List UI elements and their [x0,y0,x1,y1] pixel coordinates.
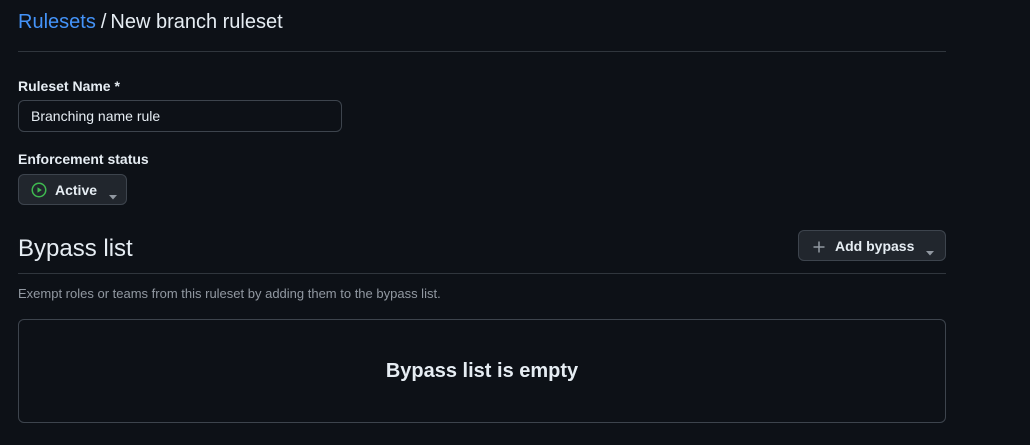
play-circle-icon [31,182,47,198]
new-branch-ruleset-page: Rulesets / New branch ruleset Ruleset Na… [0,0,1030,445]
add-bypass-label: Add bypass [835,237,915,254]
breadcrumb: Rulesets / New branch ruleset [18,10,283,34]
enforcement-status-label: Enforcement status [18,151,149,167]
caret-down-icon [109,187,118,200]
enforcement-status-dropdown[interactable]: Active [18,174,127,205]
bypass-list-empty-state: Bypass list is empty [18,319,946,423]
bypass-list-heading: Bypass list [18,235,133,262]
add-bypass-button[interactable]: Add bypass [798,230,946,261]
breadcrumb-rulesets-link[interactable]: Rulesets [18,10,96,34]
bypass-empty-message: Bypass list is empty [385,359,579,382]
header-divider [18,51,946,52]
caret-down-icon [926,243,935,256]
ruleset-name-label: Ruleset Name * [18,78,120,94]
bypass-divider [18,273,946,274]
page-title: New branch ruleset [110,11,283,33]
bypass-helper-text: Exempt roles or teams from this ruleset … [18,286,441,301]
enforcement-status-value: Active [55,181,98,198]
ruleset-name-input[interactable] [18,100,342,132]
breadcrumb-separator: / [100,11,107,33]
plus-icon [813,240,825,252]
